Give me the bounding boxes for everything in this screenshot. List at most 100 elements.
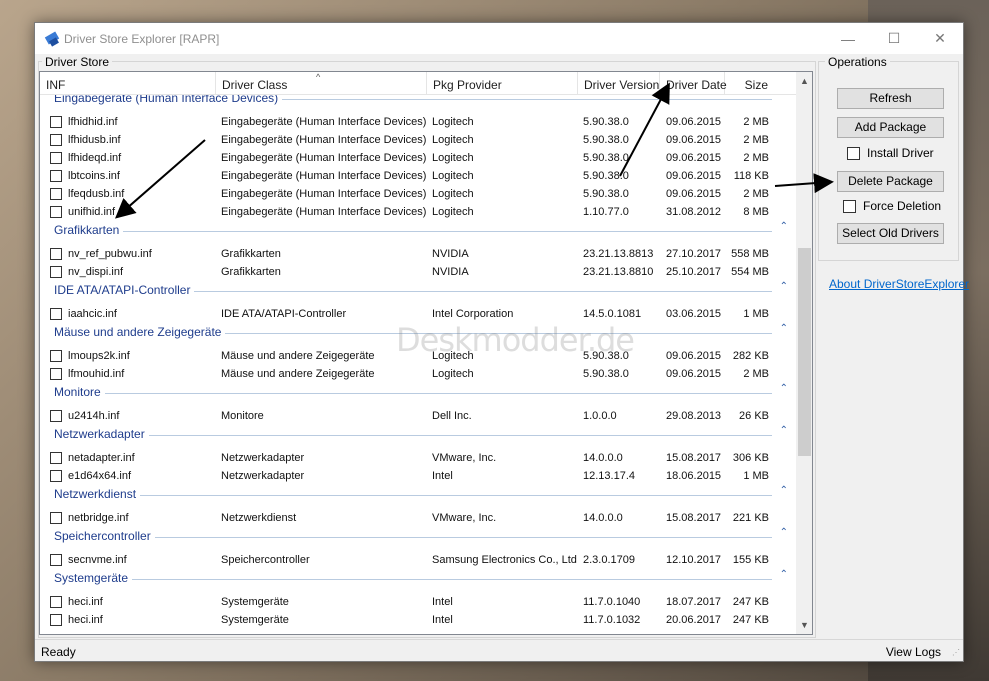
cell-driver-class: Netzwerkadapter bbox=[221, 452, 305, 464]
collapse-icon[interactable]: ⌃ bbox=[780, 485, 788, 496]
row-checkbox[interactable] bbox=[50, 350, 62, 362]
cell-driver-class: Systemgeräte bbox=[221, 596, 289, 608]
row-checkbox[interactable] bbox=[50, 410, 62, 422]
table-row[interactable]: lbtcoins.inf Eingabegeräte (Human Interfa… bbox=[40, 167, 796, 185]
row-checkbox[interactable] bbox=[50, 308, 62, 320]
scroll-up-icon[interactable]: ▲ bbox=[800, 76, 809, 86]
cell-pkg-provider: NVIDIA bbox=[432, 266, 469, 278]
about-link[interactable]: About DriverStoreExplorer bbox=[829, 277, 969, 291]
column-header-size[interactable]: Size bbox=[725, 72, 774, 95]
cell-pkg-provider: VMware, Inc. bbox=[432, 512, 497, 524]
column-header-inf[interactable]: INF bbox=[40, 72, 216, 95]
row-checkbox[interactable] bbox=[50, 614, 62, 626]
table-row[interactable]: lfhideqd.inf Eingabegeräte (Human Interfa… bbox=[40, 149, 796, 167]
row-checkbox[interactable] bbox=[50, 206, 62, 218]
table-row[interactable]: nv_ref_pubwu.inf Grafikkarten NVIDIA 23.21.… bbox=[40, 245, 796, 263]
column-header-pkg-provider[interactable]: Pkg Provider bbox=[427, 72, 578, 95]
cell-driver-date: 09.06.2015 bbox=[666, 152, 722, 164]
cell-size: 2 MB bbox=[743, 368, 769, 380]
cell-driver-date: 09.06.2015 bbox=[666, 134, 722, 146]
group-header[interactable]: Netzwerkdienst ⌃ bbox=[40, 485, 796, 503]
cell-driver-class: Eingabegeräte (Human Interface Devices) bbox=[221, 116, 427, 128]
operations-group-title: Operations bbox=[825, 55, 890, 69]
group-header[interactable]: Netzwerkadapter ⌃ bbox=[40, 425, 796, 443]
cell-driver-version: 5.90.38.0 bbox=[583, 368, 629, 380]
table-row[interactable]: heci.inf Systemgeräte Intel 11.7.0.1040 18.0… bbox=[40, 593, 796, 611]
vertical-scrollbar[interactable]: ▲ ▼ bbox=[796, 72, 812, 634]
delete-package-button[interactable]: Delete Package bbox=[837, 171, 944, 192]
group-header[interactable]: Eingabegeräte (Human Interface Devices) ⌃ bbox=[40, 95, 796, 107]
cell-driver-class: Eingabegeräte (Human Interface Devices) bbox=[221, 206, 427, 218]
select-old-drivers-button[interactable]: Select Old Drivers bbox=[837, 223, 944, 244]
cell-size: 282 KB bbox=[732, 350, 769, 362]
row-checkbox[interactable] bbox=[50, 266, 62, 278]
resize-grip-icon[interactable]: ⋰ bbox=[952, 648, 960, 657]
row-checkbox[interactable] bbox=[50, 170, 62, 182]
collapse-icon[interactable]: ⌃ bbox=[780, 323, 788, 334]
cell-inf: lmoups2k.inf bbox=[68, 350, 130, 362]
table-row[interactable]: lfeqdusb.inf Eingabegeräte (Human Interfa… bbox=[40, 185, 796, 203]
cell-driver-class: Eingabegeräte (Human Interface Devices) bbox=[221, 170, 427, 182]
table-row[interactable]: e1d64x64.inf Netzwerkadapter Intel 12.13.17… bbox=[40, 467, 796, 485]
table-row[interactable]: secnvme.inf Speichercontroller Samsung Ele… bbox=[40, 551, 796, 569]
table-row[interactable]: heci.inf Systemgeräte Intel 11.7.0.1032 20.0… bbox=[40, 611, 796, 629]
table-row[interactable]: lfhidusb.inf Eingabegeräte (Human Interfa… bbox=[40, 131, 796, 149]
cell-driver-date: 31.08.2012 bbox=[666, 206, 722, 218]
row-checkbox[interactable] bbox=[50, 452, 62, 464]
row-checkbox[interactable] bbox=[50, 554, 62, 566]
collapse-icon[interactable]: ⌃ bbox=[780, 95, 788, 100]
cell-pkg-provider: Logitech bbox=[432, 152, 474, 164]
collapse-icon[interactable]: ⌃ bbox=[780, 281, 788, 292]
cell-inf: heci.inf bbox=[68, 614, 103, 626]
table-row[interactable]: netadapter.inf Netzwerkadapter VMware, Inc… bbox=[40, 449, 796, 467]
cell-driver-class: Grafikkarten bbox=[221, 266, 281, 278]
row-checkbox[interactable] bbox=[50, 470, 62, 482]
table-row[interactable]: lfmouhid.inf Mäuse und andere Zeigegeräte… bbox=[40, 365, 796, 383]
group-header[interactable]: Monitore ⌃ bbox=[40, 383, 796, 401]
view-logs-link[interactable]: View Logs bbox=[886, 645, 941, 659]
close-button[interactable]: ✕ bbox=[917, 23, 963, 54]
cell-driver-date: 15.08.2017 bbox=[666, 452, 722, 464]
cell-driver-version: 11.7.0.1032 bbox=[583, 614, 641, 626]
collapse-icon[interactable]: ⌃ bbox=[780, 527, 788, 538]
cell-driver-version: 5.90.38.0 bbox=[583, 152, 629, 164]
row-checkbox[interactable] bbox=[50, 116, 62, 128]
collapse-icon[interactable]: ⌃ bbox=[780, 221, 788, 232]
group-header[interactable]: Speichercontroller ⌃ bbox=[40, 527, 796, 545]
force-deletion-checkbox-box[interactable] bbox=[843, 200, 856, 213]
column-header-driver-class[interactable]: Driver Class bbox=[216, 72, 427, 95]
column-header-driver-version[interactable]: Driver Version bbox=[578, 72, 660, 95]
driver-store-group-title: Driver Store bbox=[42, 55, 113, 69]
refresh-button[interactable]: Refresh bbox=[837, 88, 944, 109]
row-checkbox[interactable] bbox=[50, 188, 62, 200]
collapse-icon[interactable]: ⌃ bbox=[780, 425, 788, 436]
install-driver-checkbox-box[interactable] bbox=[847, 147, 860, 160]
group-header[interactable]: Systemgeräte ⌃ bbox=[40, 569, 796, 587]
group-header[interactable]: Grafikkarten ⌃ bbox=[40, 221, 796, 239]
add-package-button[interactable]: Add Package bbox=[837, 117, 944, 138]
table-row[interactable]: lfhidhid.inf Eingabegeräte (Human Interfa… bbox=[40, 113, 796, 131]
table-row[interactable]: netbridge.inf Netzwerkdienst VMware, Inc. 1… bbox=[40, 509, 796, 527]
group-name: Mäuse und andere Zeigegeräte bbox=[54, 325, 226, 339]
group-header[interactable]: IDE ATA/ATAPI-Controller ⌃ bbox=[40, 281, 796, 299]
cell-pkg-provider: Samsung Electronics Co., Ltd bbox=[432, 554, 577, 566]
scroll-thumb[interactable] bbox=[798, 248, 811, 456]
row-checkbox[interactable] bbox=[50, 596, 62, 608]
table-row[interactable]: u2414h.inf Monitore Dell Inc. 1.0.0.0 29.08.… bbox=[40, 407, 796, 425]
row-checkbox[interactable] bbox=[50, 512, 62, 524]
table-row[interactable]: unifhid.inf Eingabegeräte (Human Interfac… bbox=[40, 203, 796, 221]
row-checkbox[interactable] bbox=[50, 134, 62, 146]
cell-driver-version: 14.0.0.0 bbox=[583, 452, 623, 464]
minimize-button[interactable]: — bbox=[825, 23, 871, 54]
collapse-icon[interactable]: ⌃ bbox=[780, 383, 788, 394]
table-row[interactable]: nv_dispi.inf Grafikkarten NVIDIA 23.21.13.8… bbox=[40, 263, 796, 281]
collapse-icon[interactable]: ⌃ bbox=[780, 569, 788, 580]
cell-inf: nv_ref_pubwu.inf bbox=[68, 248, 152, 260]
row-checkbox[interactable] bbox=[50, 152, 62, 164]
column-header-driver-date[interactable]: Driver Date bbox=[660, 72, 727, 95]
cell-driver-class: Speichercontroller bbox=[221, 554, 310, 566]
maximize-button[interactable]: ☐ bbox=[871, 23, 917, 54]
scroll-down-icon[interactable]: ▼ bbox=[800, 620, 809, 630]
row-checkbox[interactable] bbox=[50, 368, 62, 380]
row-checkbox[interactable] bbox=[50, 248, 62, 260]
